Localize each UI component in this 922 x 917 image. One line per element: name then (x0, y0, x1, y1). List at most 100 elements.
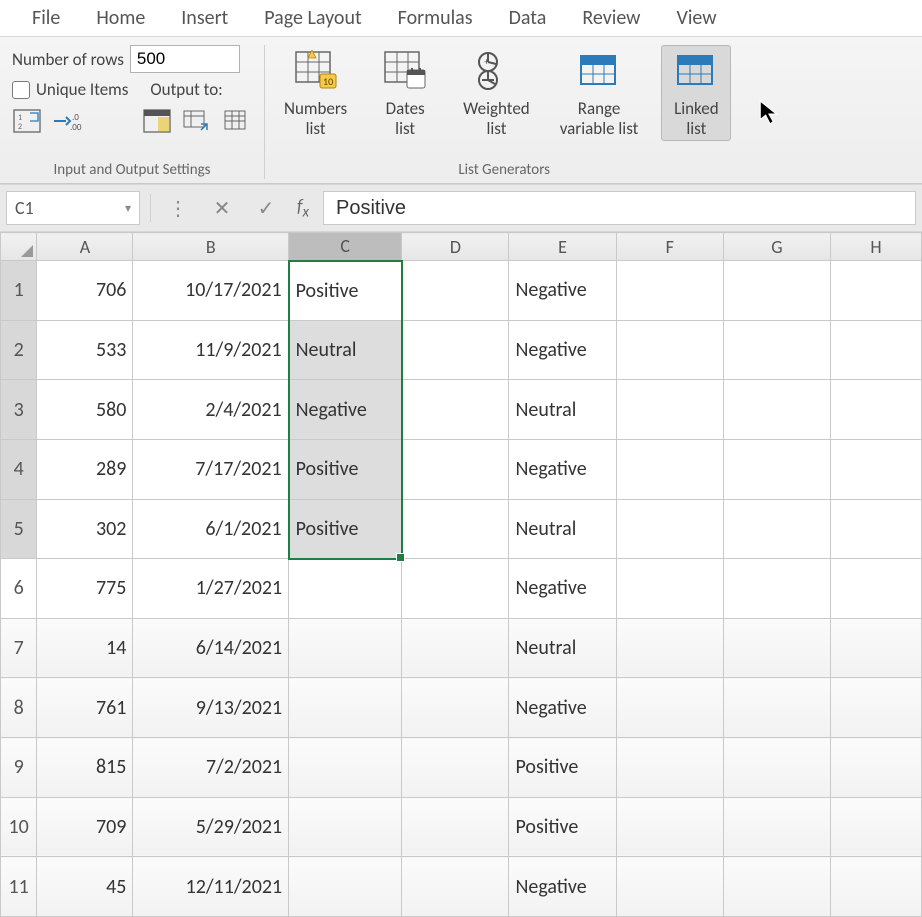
cell-G11[interactable] (723, 857, 830, 917)
cell-F3[interactable] (616, 380, 723, 440)
cell-C11[interactable] (289, 857, 402, 917)
cell-C4[interactable]: Positive (289, 439, 402, 499)
cell-G8[interactable] (723, 678, 830, 738)
cell-A5[interactable]: 302 (37, 499, 133, 559)
weighted-list-button[interactable]: + Weightedlist (456, 45, 537, 141)
cell-D6[interactable] (402, 559, 509, 619)
cell-G9[interactable] (723, 738, 830, 798)
tab-data[interactable]: Data (509, 6, 547, 30)
cell-H11[interactable] (830, 857, 921, 917)
tab-home[interactable]: Home (96, 6, 145, 30)
cell-D4[interactable] (402, 439, 509, 499)
tab-formulas[interactable]: Formulas (398, 6, 473, 30)
cell-C1[interactable]: Positive (289, 261, 402, 321)
cell-F5[interactable] (616, 499, 723, 559)
cell-C5[interactable]: Positive (289, 499, 402, 559)
cell-G2[interactable] (723, 320, 830, 380)
cell-B1[interactable]: 10/17/2021 (133, 261, 289, 321)
row-header[interactable]: 3 (1, 380, 37, 440)
cell-C10[interactable] (289, 797, 402, 857)
row-header[interactable]: 2 (1, 320, 37, 380)
cell-E4[interactable]: Negative (509, 439, 616, 499)
column-header-B[interactable]: B (133, 233, 289, 261)
cell-E6[interactable]: Negative (509, 559, 616, 619)
cell-D7[interactable] (402, 618, 509, 678)
cell-H4[interactable] (830, 439, 921, 499)
row-header[interactable]: 7 (1, 618, 37, 678)
cell-D9[interactable] (402, 738, 509, 798)
column-header-A[interactable]: A (37, 233, 133, 261)
more-options-icon[interactable]: ⋮ (161, 193, 195, 223)
row-header[interactable]: 5 (1, 499, 37, 559)
cell-B2[interactable]: 11/9/2021 (133, 320, 289, 380)
tab-view[interactable]: View (676, 6, 716, 30)
cell-H7[interactable] (830, 618, 921, 678)
row-header[interactable]: 10 (1, 797, 37, 857)
column-header-H[interactable]: H (830, 233, 921, 261)
cell-C2[interactable]: Neutral (289, 320, 402, 380)
cell-F10[interactable] (616, 797, 723, 857)
column-header-E[interactable]: E (509, 233, 616, 261)
cell-H10[interactable] (830, 797, 921, 857)
cell-A6[interactable]: 775 (37, 559, 133, 619)
cell-F2[interactable] (616, 320, 723, 380)
tab-file[interactable]: File (32, 6, 60, 30)
linked-list-button[interactable]: Linkedlist (661, 45, 731, 141)
cell-D8[interactable] (402, 678, 509, 738)
input-range-icon[interactable]: 12 (12, 108, 42, 134)
cell-B9[interactable]: 7/2/2021 (133, 738, 289, 798)
cell-D2[interactable] (402, 320, 509, 380)
cell-D5[interactable] (402, 499, 509, 559)
cell-A11[interactable]: 45 (37, 857, 133, 917)
cell-A10[interactable]: 709 (37, 797, 133, 857)
numbers-list-button[interactable]: 10 Numberslist (277, 45, 354, 141)
cell-H3[interactable] (830, 380, 921, 440)
tab-review[interactable]: Review (582, 6, 640, 30)
spreadsheet-grid[interactable]: ABCDEFGH 170610/17/2021PositiveNegative2… (0, 232, 922, 917)
cell-G5[interactable] (723, 499, 830, 559)
cell-D3[interactable] (402, 380, 509, 440)
cell-B7[interactable]: 6/14/2021 (133, 618, 289, 678)
row-header[interactable]: 1 (1, 261, 37, 321)
column-header-F[interactable]: F (616, 233, 723, 261)
cell-C6[interactable] (289, 559, 402, 619)
cell-A3[interactable]: 580 (37, 380, 133, 440)
cell-E5[interactable]: Neutral (509, 499, 616, 559)
cell-F1[interactable] (616, 261, 723, 321)
output-table-icon[interactable] (182, 108, 212, 134)
fx-icon[interactable]: fx (297, 195, 309, 222)
range-list-button[interactable]: Rangevariable list (553, 45, 646, 141)
tab-pagelayout[interactable]: Page Layout (264, 6, 361, 30)
cell-C7[interactable] (289, 618, 402, 678)
tab-insert[interactable]: Insert (181, 6, 228, 30)
cell-B10[interactable]: 5/29/2021 (133, 797, 289, 857)
cell-B3[interactable]: 2/4/2021 (133, 380, 289, 440)
cell-D11[interactable] (402, 857, 509, 917)
cell-C9[interactable] (289, 738, 402, 798)
dates-list-button[interactable]: Dateslist (370, 45, 440, 141)
cell-A7[interactable]: 14 (37, 618, 133, 678)
column-header-G[interactable]: G (723, 233, 830, 261)
column-header-C[interactable]: C (289, 233, 402, 261)
cell-B8[interactable]: 9/13/2021 (133, 678, 289, 738)
cell-F9[interactable] (616, 738, 723, 798)
cell-C3[interactable]: Negative (289, 380, 402, 440)
row-header[interactable]: 4 (1, 439, 37, 499)
cell-H1[interactable] (830, 261, 921, 321)
cell-F11[interactable] (616, 857, 723, 917)
cell-A2[interactable]: 533 (37, 320, 133, 380)
cell-G3[interactable] (723, 380, 830, 440)
formula-input[interactable] (323, 191, 916, 225)
cell-H6[interactable] (830, 559, 921, 619)
cell-F8[interactable] (616, 678, 723, 738)
cell-B5[interactable]: 6/1/2021 (133, 499, 289, 559)
cell-G4[interactable] (723, 439, 830, 499)
cell-F6[interactable] (616, 559, 723, 619)
cell-E8[interactable]: Negative (509, 678, 616, 738)
cell-A8[interactable]: 761 (37, 678, 133, 738)
cancel-formula-icon[interactable]: ✕ (205, 193, 239, 223)
cell-E1[interactable]: Negative (509, 261, 616, 321)
num-rows-input[interactable] (130, 45, 240, 73)
row-header[interactable]: 11 (1, 857, 37, 917)
cell-D1[interactable] (402, 261, 509, 321)
